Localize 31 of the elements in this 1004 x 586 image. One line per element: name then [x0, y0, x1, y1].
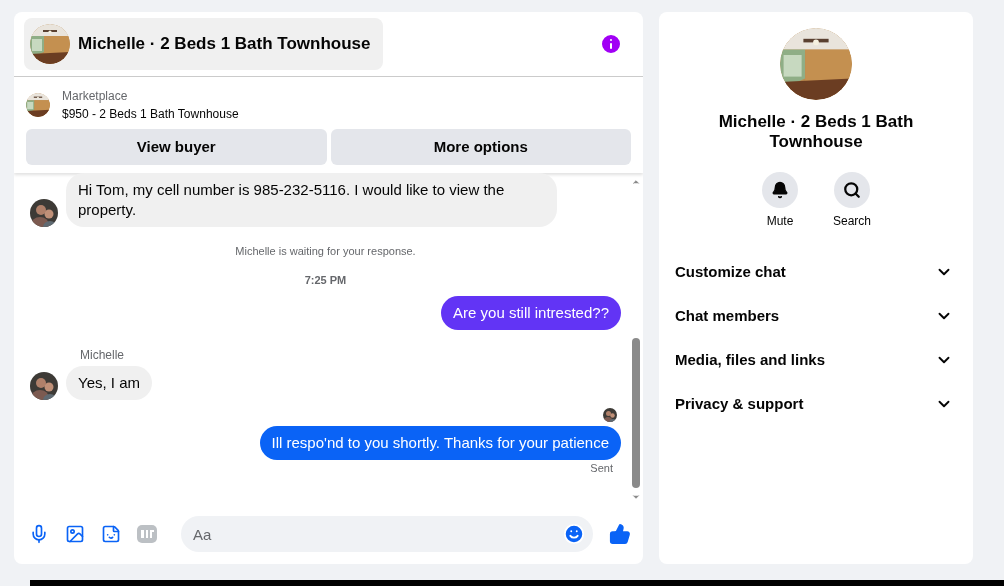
- section-header[interactable]: Media, files and links: [675, 338, 957, 382]
- search-icon: [843, 181, 861, 199]
- photo-icon[interactable]: [65, 524, 85, 544]
- message-bubble: Ill respo'nd to you shortly. Thanks for your patience: [259, 426, 621, 460]
- listing-title[interactable]: $950 - 2 Beds 1 Bath Townhouse: [62, 105, 239, 123]
- scroll-down-icon[interactable]: [631, 492, 641, 502]
- info-icon[interactable]: [599, 32, 623, 56]
- message-bubble: Yes, I am: [66, 366, 152, 400]
- bell-icon: [771, 181, 789, 199]
- sent-status: Sent: [590, 461, 613, 476]
- waiting-notice: Michelle is waiting for your response.: [235, 244, 416, 259]
- message-bubble: Hi Tom, my cell number is 985-232-5116. I would like to view the property.: [66, 173, 557, 227]
- message-bubble: Are you still intrested??: [441, 296, 621, 330]
- microphone-icon[interactable]: [29, 524, 49, 544]
- section-header[interactable]: Privacy & support: [675, 382, 957, 426]
- sender-name: Michelle: [80, 348, 124, 362]
- section-header[interactable]: Chat members: [675, 294, 957, 338]
- profile-action[interactable]: Search: [828, 172, 876, 230]
- timestamp: 7:25 PM: [304, 272, 347, 288]
- conversation-title[interactable]: Michelle · 2 Beds 1 Bath Townhouse: [24, 18, 383, 70]
- sticker-icon[interactable]: [101, 524, 121, 544]
- scroll-up-icon[interactable]: [631, 177, 641, 187]
- message-input[interactable]: Aa: [181, 516, 593, 552]
- like-icon[interactable]: [609, 523, 631, 545]
- section-header[interactable]: Customize chat: [675, 250, 957, 294]
- profile-title: Michelle · 2 Beds 1 Bath Townhouse: [717, 112, 915, 152]
- listing-source: Marketplace: [62, 88, 129, 105]
- listing-button[interactable]: View buyer: [26, 129, 327, 165]
- profile-action[interactable]: Mute: [756, 172, 804, 230]
- listing-button[interactable]: More options: [330, 129, 631, 165]
- emoji-icon[interactable]: [563, 523, 585, 545]
